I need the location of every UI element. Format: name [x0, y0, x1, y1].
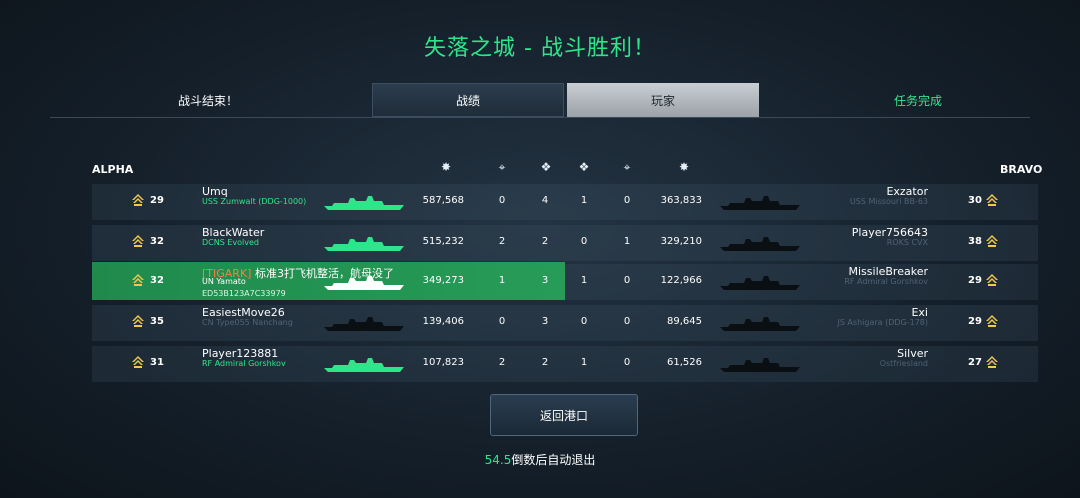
rank-chevron-icon: [985, 193, 999, 207]
damage-value: 363,833: [660, 195, 702, 206]
stat-value: 0: [623, 316, 631, 327]
ship-name: RF Admiral Gorshkov: [202, 359, 286, 368]
damage-value: 139,406: [422, 316, 464, 327]
damage-value: 349,273: [422, 275, 464, 286]
ship-silhouette-icon: [324, 274, 406, 296]
ship-silhouette-icon: [720, 315, 802, 337]
player-level: 27: [968, 357, 982, 368]
stat-value: 2: [498, 236, 506, 247]
stat-value: 2: [541, 236, 549, 247]
stat-value: 0: [623, 275, 631, 286]
stat-value: 0: [580, 236, 588, 247]
rank-chevron-icon: [985, 314, 999, 328]
auto-exit-countdown: 54.5倒数后自动退出: [0, 451, 1080, 468]
player-level: 38: [968, 236, 982, 247]
stat-value: 2: [541, 357, 549, 368]
ship-silhouette-icon: [720, 356, 802, 378]
ship-name: UN Yamato: [202, 277, 246, 286]
player-level: 29: [150, 195, 164, 206]
ship-silhouette-icon: [324, 315, 406, 337]
player-level: 29: [968, 275, 982, 286]
ship-name: JS Ashigara (DDG-178): [837, 318, 928, 327]
stat-value: 2: [498, 357, 506, 368]
ship-silhouette-icon: [324, 356, 406, 378]
stat-value: 0: [498, 195, 506, 206]
stat-value: 0: [498, 316, 506, 327]
player-level: 31: [150, 357, 164, 368]
ship-silhouette-icon: [324, 235, 406, 257]
ship-name: Ostfriesland: [879, 359, 928, 368]
countdown-text: 倒数后自动退出: [511, 453, 596, 467]
stat-value: 0: [623, 357, 631, 368]
ship-name: CN Type055 Nanchang: [202, 318, 293, 327]
stat-value: 0: [623, 195, 631, 206]
ship-silhouette-icon: [720, 194, 802, 216]
crosshair-icon: ⌖: [498, 160, 506, 174]
rank-chevron-icon: [131, 193, 145, 207]
battle-end-label: 战斗结束！: [178, 94, 239, 108]
eagle-icon: ❖: [540, 160, 552, 174]
stat-value: 4: [541, 195, 549, 206]
damage-value: 89,645: [667, 316, 702, 327]
stat-value: 3: [541, 316, 549, 327]
player-level: 30: [968, 195, 982, 206]
eagle-icon: ❖: [578, 160, 590, 174]
player-level: 29: [968, 316, 982, 327]
rank-chevron-icon: [985, 355, 999, 369]
stat-value: 1: [580, 195, 588, 206]
rank-chevron-icon: [985, 234, 999, 248]
stat-value: 1: [580, 357, 588, 368]
ship-silhouette-icon: [324, 194, 406, 216]
stat-value: 1: [623, 236, 631, 247]
rank-chevron-icon: [131, 273, 145, 287]
rank-chevron-icon: [131, 355, 145, 369]
ship-name: DCNS Evolved: [202, 238, 259, 247]
header-divider: [50, 117, 1030, 118]
stat-value: 1: [580, 275, 588, 286]
damage-value: 515,232: [422, 236, 464, 247]
player-level: 35: [150, 316, 164, 327]
damage-value: 587,568: [422, 195, 464, 206]
player-level: 32: [150, 275, 164, 286]
ship-silhouette-icon: [720, 235, 802, 257]
rank-chevron-icon: [985, 273, 999, 287]
ship-silhouette-icon: [720, 274, 802, 296]
battle-title: 失落之城 - 战斗胜利！: [424, 36, 656, 61]
damage-value: 107,823: [422, 357, 464, 368]
return-to-port-button[interactable]: 返回港口: [490, 394, 638, 436]
tab-stats[interactable]: 战绩: [372, 83, 564, 117]
mission-complete-label: 任务完成: [894, 94, 943, 108]
ship-name: USS Zumwalt (DDG-1000): [202, 197, 307, 206]
team-bravo-label: BRAVO: [1000, 163, 1043, 176]
ship-name: USS Missouri BB-63: [849, 197, 928, 206]
ship-name: ROKS CVX: [886, 238, 928, 247]
countdown-seconds: 54.5: [484, 453, 512, 467]
crosshair-icon: ⌖: [623, 160, 631, 174]
damage-value: 122,966: [660, 275, 702, 286]
stat-value: 0: [580, 316, 588, 327]
damage-icon: ✸: [440, 160, 452, 174]
team-alpha-label: ALPHA: [92, 163, 134, 176]
rank-chevron-icon: [131, 234, 145, 248]
player-level: 32: [150, 236, 164, 247]
ship-name: RF Admiral Gorshkov: [844, 277, 928, 286]
rank-chevron-icon: [131, 314, 145, 328]
damage-value: 329,210: [660, 236, 702, 247]
tab-players[interactable]: 玩家: [567, 83, 759, 117]
stat-value: 3: [541, 275, 549, 286]
stat-value: 1: [498, 275, 506, 286]
damage-icon: ✸: [678, 160, 690, 174]
damage-value: 61,526: [667, 357, 702, 368]
player-uid: ED53B123A7C33979: [202, 289, 286, 298]
